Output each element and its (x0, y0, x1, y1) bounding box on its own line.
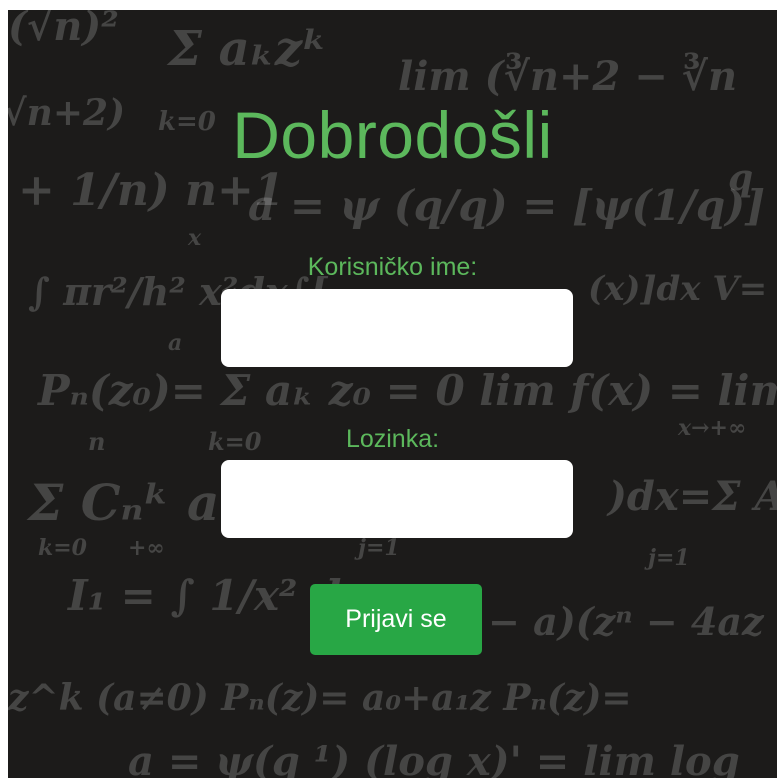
login-form: Dobrodošli Korisničko ime: Lozinka: Prij… (8, 10, 777, 778)
welcome-title: Dobrodošli (232, 98, 553, 172)
login-page: (√n)² Σ aₖzᵏ lim (∛n+2 − ∛n √n+2) k=0 + … (8, 10, 777, 778)
password-input[interactable] (221, 460, 573, 538)
password-label: Lozinka: (345, 425, 440, 453)
login-button[interactable]: Prijavi se (310, 584, 482, 655)
username-input[interactable] (221, 289, 573, 367)
username-label: Korisničko ime: (307, 253, 478, 281)
